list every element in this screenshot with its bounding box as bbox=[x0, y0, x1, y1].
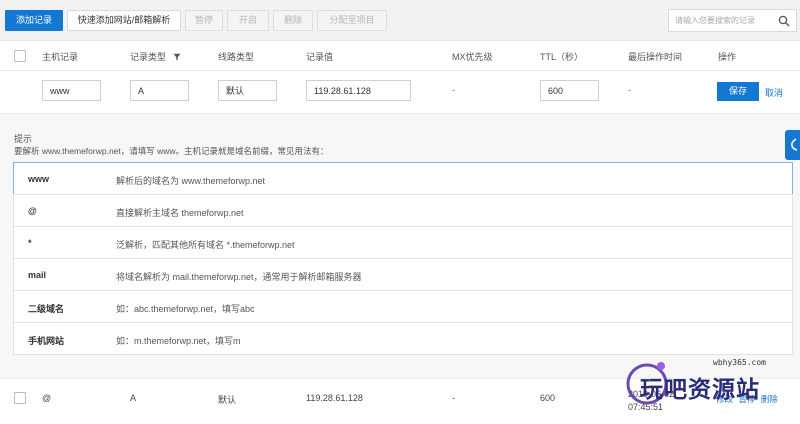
pause-button[interactable]: 暂停 bbox=[185, 10, 223, 31]
tips-row[interactable]: @ 直接解析主域名 themeforwp.net bbox=[13, 194, 793, 227]
header-type: 记录类型 bbox=[130, 50, 181, 63]
mx-value: - bbox=[452, 85, 455, 95]
watermark: wbhy365.com 玩吧资源站 bbox=[620, 352, 800, 412]
tips-row[interactable]: 手机网站 如：m.themeforwp.net，填写m bbox=[13, 322, 793, 355]
header-mx: MX优先级 bbox=[452, 52, 493, 62]
row-value: 119.28.61.128 bbox=[306, 393, 363, 403]
tips-row-key: 手机网站 bbox=[28, 336, 65, 346]
search-input[interactable] bbox=[675, 13, 775, 28]
search-box bbox=[668, 9, 797, 32]
row-mx: - bbox=[452, 393, 455, 403]
tips-row[interactable]: 二级域名 如：abc.themeforwp.net，填写abc bbox=[13, 290, 793, 323]
tips-row-key: mail bbox=[28, 270, 47, 280]
tips-row[interactable]: mail 将域名解析为 mail.themeforwp.net，通常用于解析邮箱… bbox=[13, 258, 793, 291]
delete-button[interactable]: 删除 bbox=[273, 10, 313, 31]
watermark-url: wbhy365.com bbox=[713, 358, 766, 367]
type-select[interactable] bbox=[130, 80, 189, 101]
tips-row-key: www bbox=[28, 174, 50, 184]
tips-row[interactable]: www 解析后的域名为 www.themeforwp.net bbox=[13, 162, 793, 195]
cancel-link[interactable]: 取消 bbox=[765, 86, 783, 99]
tips-row-desc: 将域名解析为 mail.themeforwp.net，通常用于解析邮箱服务器 bbox=[116, 272, 362, 282]
tips-box: 提示 要解析 www.themeforwp.net，请填写 www。主机记录就是… bbox=[0, 113, 800, 379]
tips-description: 要解析 www.themeforwp.net，请填写 www。主机记录就是域名前… bbox=[14, 146, 329, 156]
tips-row[interactable]: * 泛解析，匹配其他所有域名 *.themeforwp.net bbox=[13, 226, 793, 259]
select-all-checkbox[interactable] bbox=[14, 50, 26, 62]
header-actions: 操作 bbox=[718, 52, 737, 62]
quick-add-button[interactable]: 快速添加网站/邮箱解析 bbox=[67, 10, 181, 31]
line-select[interactable] bbox=[218, 80, 277, 101]
row-type: A bbox=[130, 393, 137, 403]
host-input[interactable] bbox=[42, 80, 101, 101]
header-last-op: 最后操作时间 bbox=[628, 52, 683, 62]
watermark-text: 玩吧资源站 bbox=[640, 376, 760, 402]
tips-title: 提示 bbox=[14, 134, 33, 144]
value-input[interactable] bbox=[306, 80, 411, 101]
row-checkbox[interactable] bbox=[14, 392, 26, 404]
header-line: 线路类型 bbox=[218, 52, 255, 62]
row-ttl: 600 bbox=[540, 393, 556, 403]
header-value: 记录值 bbox=[306, 52, 334, 62]
feedback-icon bbox=[791, 138, 798, 151]
tips-row-key: @ bbox=[28, 206, 37, 216]
last-op-value: - bbox=[628, 85, 631, 95]
ttl-input[interactable] bbox=[540, 80, 599, 101]
add-record-button[interactable]: 添加记录 bbox=[5, 10, 63, 31]
edit-row: - - 保存 取消 bbox=[0, 71, 800, 113]
tips-row-key: 二级域名 bbox=[28, 304, 65, 314]
search-icon[interactable] bbox=[778, 15, 790, 27]
toolbar: 添加记录 快速添加网站/邮箱解析 暂停 开启 删除 分配至项目 bbox=[0, 0, 800, 42]
enable-button[interactable]: 开启 bbox=[227, 10, 269, 31]
row-host: @ bbox=[42, 393, 52, 403]
tips-row-desc: 如：abc.themeforwp.net，填写abc bbox=[116, 304, 255, 314]
tips-row-desc: 解析后的域名为 www.themeforwp.net bbox=[116, 176, 266, 186]
feedback-side-tab[interactable] bbox=[785, 130, 800, 160]
tips-table: www 解析后的域名为 www.themeforwp.net @ 直接解析主域名… bbox=[13, 162, 793, 379]
tips-row-key: * bbox=[28, 238, 32, 248]
assign-project-button[interactable]: 分配至项目 bbox=[317, 10, 387, 31]
tips-row-desc: 直接解析主域名 themeforwp.net bbox=[116, 208, 244, 218]
tips-row-desc: 泛解析，匹配其他所有域名 *.themeforwp.net bbox=[116, 240, 295, 250]
table-header: 主机记录 记录类型 线路类型 记录值 MX优先级 TTL（秒） 最后操作时间 操… bbox=[0, 41, 800, 71]
header-type-label: 记录类型 bbox=[130, 52, 167, 62]
header-ttl: TTL（秒） bbox=[540, 52, 584, 62]
header-host: 主机记录 bbox=[42, 52, 79, 62]
save-button[interactable]: 保存 bbox=[717, 82, 759, 101]
row-line: 默认 bbox=[218, 395, 237, 405]
tips-row-desc: 如：m.themeforwp.net，填写m bbox=[116, 336, 241, 346]
filter-icon[interactable] bbox=[173, 53, 181, 61]
